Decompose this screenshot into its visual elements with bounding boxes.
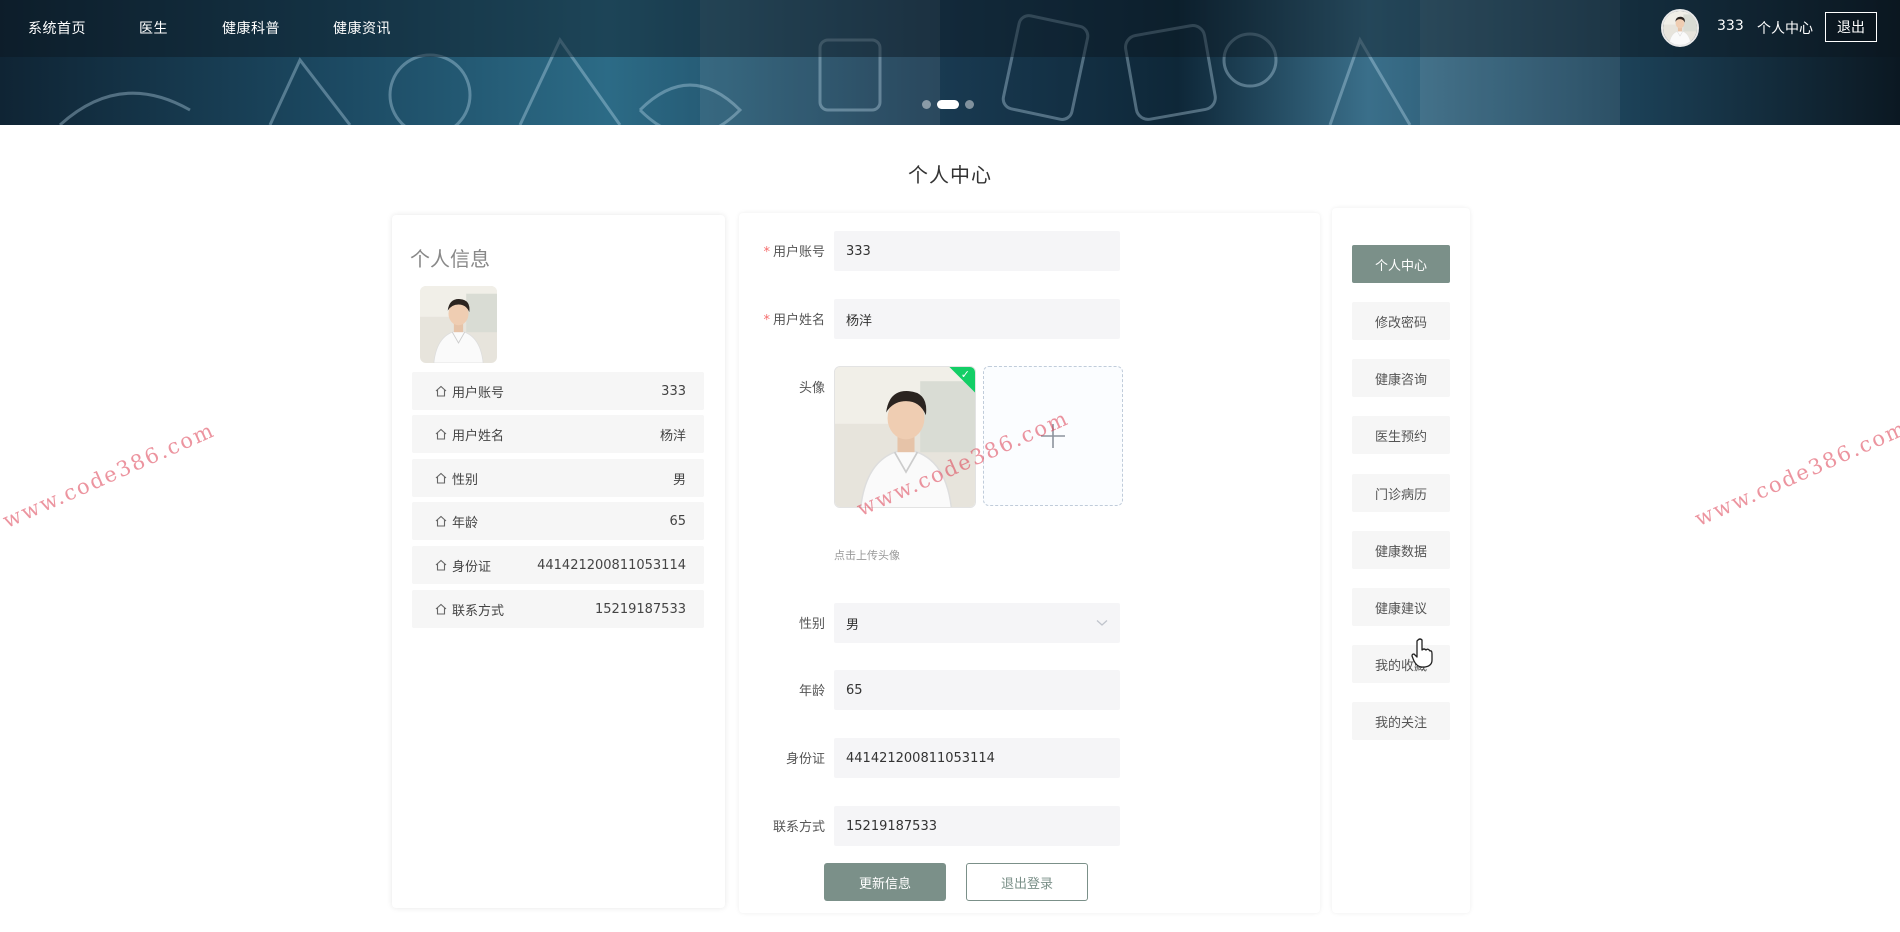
check-icon: ✓ xyxy=(960,368,970,381)
logout-button[interactable]: 退出 xyxy=(1825,12,1877,42)
menu-item-doctor-appointment[interactable]: 医生预约 xyxy=(1352,416,1450,454)
info-label: 用户姓名 xyxy=(452,428,505,444)
home-icon xyxy=(435,515,447,527)
nav-home[interactable]: 系统首页 xyxy=(28,18,86,38)
info-label: 年龄 xyxy=(452,515,479,531)
upload-hint: 点击上传头像 xyxy=(834,549,900,562)
info-value: 15219187533 xyxy=(595,601,686,617)
menu-item-medical-records[interactable]: 门诊病历 xyxy=(1352,474,1450,512)
gender-select[interactable]: 男 xyxy=(834,603,1120,643)
info-value: 441421200811053114 xyxy=(537,557,686,573)
plus-icon xyxy=(1041,424,1065,448)
nav-doctor[interactable]: 医生 xyxy=(139,18,168,38)
info-row-gender: 性别 男 xyxy=(412,459,704,497)
carousel-dot[interactable] xyxy=(922,100,931,109)
info-label: 用户账号 xyxy=(452,385,505,401)
profile-info-card: 个人信息 用户账号 333 用户姓名 杨洋 性别 男 年龄 65 身份证 441… xyxy=(392,215,725,908)
age-input[interactable] xyxy=(834,670,1120,710)
info-value: 男 xyxy=(672,472,686,488)
name-input[interactable] xyxy=(834,299,1120,339)
info-row-age: 年龄 65 xyxy=(412,502,704,540)
id-card-input[interactable] xyxy=(834,738,1120,778)
logout-account-button[interactable]: 退出登录 xyxy=(966,863,1088,901)
profile-edit-form: *用户账号 *用户姓名 头像 ✓ 点击上传头像 性别 男 年龄 身份证 联系方式… xyxy=(739,213,1320,913)
info-row-name: 用户姓名 杨洋 xyxy=(412,415,704,453)
watermark: www.code386.com xyxy=(1691,415,1900,531)
id-card-label: 身份证 xyxy=(785,752,825,767)
menu-item-health-consult[interactable]: 健康咨询 xyxy=(1352,359,1450,397)
nav-health-science[interactable]: 健康科普 xyxy=(222,18,280,38)
info-value: 333 xyxy=(661,383,686,399)
menu-item-my-favorites[interactable]: 我的收藏 xyxy=(1352,645,1450,683)
info-row-id-card: 身份证 441421200811053114 xyxy=(412,546,704,584)
chevron-down-icon xyxy=(1096,620,1108,626)
gender-label: 性别 xyxy=(798,617,825,632)
hand-cursor-icon xyxy=(1411,638,1433,668)
page-title: 个人中心 xyxy=(908,163,992,187)
home-icon xyxy=(435,385,447,397)
profile-avatar xyxy=(420,286,497,363)
watermark: www.code386.com xyxy=(0,417,219,533)
account-label: * 用户账号 xyxy=(763,245,825,260)
user-name: 333 xyxy=(1717,18,1744,34)
avatar-upload-button[interactable] xyxy=(983,366,1123,506)
carousel-indicators xyxy=(922,100,974,109)
menu-item-health-advice[interactable]: 健康建议 xyxy=(1352,588,1450,626)
menu-item-health-data[interactable]: 健康数据 xyxy=(1352,531,1450,569)
info-value: 65 xyxy=(669,513,686,529)
info-label: 性别 xyxy=(452,472,479,488)
home-icon xyxy=(435,559,447,571)
user-avatar[interactable] xyxy=(1661,9,1699,47)
uploaded-avatar[interactable]: ✓ xyxy=(834,366,976,508)
phone-label: 联系方式 xyxy=(772,820,825,835)
home-icon xyxy=(435,603,447,615)
gender-selected-value: 男 xyxy=(846,617,860,633)
profile-card-title: 个人信息 xyxy=(410,247,490,271)
avatar-label: 头像 xyxy=(798,381,825,396)
top-navbar xyxy=(0,0,1900,57)
phone-input[interactable] xyxy=(834,806,1120,846)
home-icon xyxy=(435,428,447,440)
info-row-phone: 联系方式 15219187533 xyxy=(412,590,704,628)
info-row-account: 用户账号 333 xyxy=(412,372,704,410)
home-icon xyxy=(435,472,447,484)
hero-banner: 系统首页 医生 健康科普 健康资讯 333 个人中心 退出 xyxy=(0,0,1900,125)
account-input[interactable] xyxy=(834,231,1120,271)
name-label: * 用户姓名 xyxy=(763,313,825,328)
menu-item-change-password[interactable]: 修改密码 xyxy=(1352,302,1450,340)
carousel-dot[interactable] xyxy=(965,100,974,109)
user-center-link[interactable]: 个人中心 xyxy=(1757,18,1813,38)
info-value: 杨洋 xyxy=(659,428,686,444)
update-info-button[interactable]: 更新信息 xyxy=(824,863,946,901)
side-menu: 个人中心 修改密码 健康咨询 医生预约 门诊病历 健康数据 健康建议 我的收藏 … xyxy=(1332,208,1470,913)
menu-item-my-follows[interactable]: 我的关注 xyxy=(1352,702,1450,740)
menu-item-user-center[interactable]: 个人中心 xyxy=(1352,245,1450,283)
age-label: 年龄 xyxy=(798,684,825,699)
carousel-dot-active[interactable] xyxy=(937,100,959,109)
info-label: 身份证 xyxy=(452,559,492,575)
info-label: 联系方式 xyxy=(452,603,505,619)
nav-health-news[interactable]: 健康资讯 xyxy=(333,18,391,38)
